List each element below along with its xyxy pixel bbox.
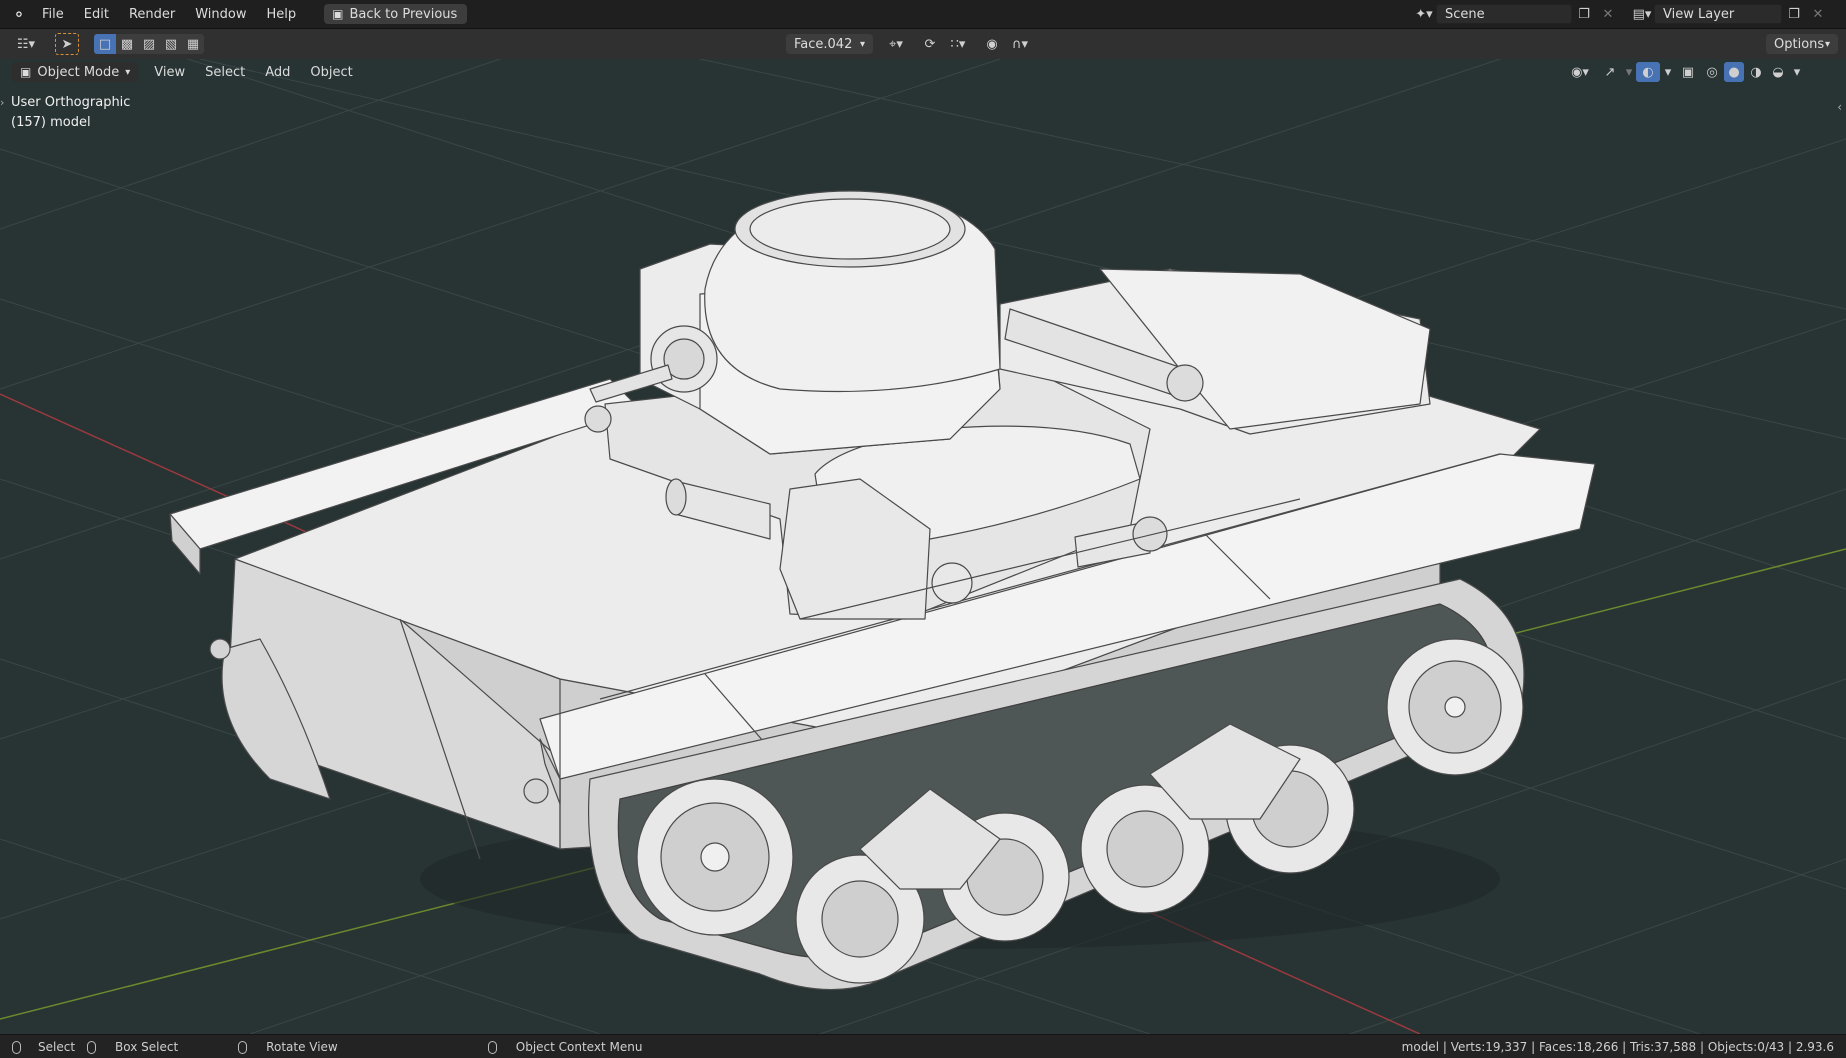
mode-extend-icon[interactable]: ▩ (116, 34, 138, 54)
falloff-curve-icon[interactable]: ∩▾ (1004, 34, 1036, 54)
shading-solid-icon[interactable]: ● (1724, 62, 1744, 82)
mouse-left-icon (12, 1040, 28, 1054)
mode-new-icon[interactable]: □ (94, 34, 116, 54)
back-to-previous-button[interactable]: ▣ Back to Previous (324, 4, 468, 24)
new-scene-icon[interactable]: ❐ (1572, 4, 1596, 24)
status-box-select-label: Box Select (115, 1039, 179, 1054)
view-layer-browse-icon[interactable]: ▤▾ (1630, 4, 1654, 24)
shading-wireframe-icon[interactable]: ◎ (1702, 62, 1722, 82)
chevron-down-icon: ▾ (125, 66, 131, 78)
new-view-layer-icon[interactable]: ❐ (1782, 4, 1806, 24)
menu-render[interactable]: Render (119, 7, 185, 22)
toolbar-expand-icon[interactable]: › (0, 96, 4, 109)
object-mode-value: Object Mode (37, 64, 120, 80)
sidebar-expand-icon[interactable]: ‹ (1837, 100, 1842, 114)
menu-file[interactable]: File (32, 7, 74, 22)
status-context-menu-label: Object Context Menu (515, 1039, 643, 1054)
view-name-label: User Orthographic (11, 95, 131, 110)
tool-settings-header: ☷▾ ➤ □ ▩ ▨ ▧ ▦ Face.042 ▾ ⌖▾ ⟳ ∷▾ ◉ ∩▾ O… (0, 29, 1846, 60)
xray-toggle-icon[interactable]: ▣ (1676, 62, 1700, 82)
status-select-label: Select (38, 1039, 76, 1054)
snap-target-icon[interactable]: ∷▾ (942, 34, 974, 54)
collection-info-label: (157) model (11, 115, 91, 130)
active-object-value: Face.042 (794, 36, 853, 52)
delete-view-layer-icon[interactable]: ✕ (1806, 4, 1830, 24)
options-label: Options (1774, 36, 1825, 52)
tank-model[interactable] (169, 190, 1596, 991)
back-to-previous-label: Back to Previous (349, 6, 458, 22)
overlays-toggle-icon[interactable]: ◐ (1636, 62, 1660, 82)
viewport-menu-select[interactable]: Select (195, 65, 255, 80)
active-object-select[interactable]: Face.042 ▾ (786, 34, 873, 54)
menu-window[interactable]: Window (185, 7, 256, 22)
viewport-menu-add[interactable]: Add (255, 65, 300, 80)
mouse-right-icon (487, 1040, 504, 1054)
options-dropdown[interactable]: Options ▾ (1766, 34, 1838, 54)
menu-edit[interactable]: Edit (74, 7, 119, 22)
scene-name-value: Scene (1445, 6, 1485, 22)
select-tool-icon[interactable]: ➤ (55, 33, 79, 55)
object-mode-select[interactable]: ▣ Object Mode ▾ (12, 62, 139, 82)
scene-name-field[interactable]: Scene (1436, 4, 1572, 24)
overlays-chevron-icon[interactable]: ▾ (1662, 62, 1674, 82)
mouse-drag-icon (87, 1040, 103, 1054)
view-layer-field[interactable]: View Layer (1654, 4, 1782, 24)
gizmo-chevron-icon[interactable]: ▾ (1624, 62, 1634, 82)
gizmo-toggle-icon[interactable]: ↗ (1598, 62, 1622, 82)
viewport-header: ▣ Object Mode ▾ View Select Add Object ◉… (0, 59, 1846, 85)
top-menu-bar: ⚬ File Edit Render Window Help ▣ Back to… (0, 0, 1846, 29)
visibility-eye-icon[interactable]: ◉▾ (1564, 62, 1596, 82)
chevron-down-icon: ▾ (859, 38, 865, 50)
shading-chevron-icon[interactable]: ▾ (1790, 62, 1804, 82)
selection-mode-group: □ ▩ ▨ ▧ ▦ (94, 34, 204, 54)
object-mode-icon: ▣ (20, 65, 32, 79)
scene-stats: model | Verts:19,337 | Faces:18,266 | Tr… (1401, 1039, 1834, 1054)
status-bar: Select Box Select Rotate View Object Con… (0, 1034, 1846, 1058)
mode-subtract-icon[interactable]: ▨ (138, 34, 160, 54)
scene-browse-icon[interactable]: ✦▾ (1412, 4, 1436, 24)
snap-toggle-icon[interactable]: ⟳ (918, 34, 942, 54)
blender-logo-icon[interactable]: ⚬ (6, 5, 32, 24)
viewport-menu-object[interactable]: Object (300, 65, 362, 80)
shading-material-icon[interactable]: ◑ (1746, 62, 1766, 82)
3d-viewport[interactable] (0, 59, 1846, 1034)
viewport-shading-controls: ◉▾ ↗ ▾ ◐ ▾ ▣ ◎ ● ◑ ◒ ▾ (1564, 62, 1804, 82)
mode-intersect-icon[interactable]: ▦ (182, 34, 204, 54)
mouse-middle-icon (238, 1040, 254, 1054)
viewport-canvas (0, 59, 1846, 1034)
delete-scene-icon[interactable]: ✕ (1596, 4, 1620, 24)
mode-invert-icon[interactable]: ▧ (160, 34, 182, 54)
menu-help[interactable]: Help (257, 7, 307, 22)
view-layer-value: View Layer (1663, 6, 1735, 22)
proportional-edit-icon[interactable]: ◉ (980, 34, 1004, 54)
transform-pivot-icon[interactable]: ⌖▾ (880, 34, 912, 54)
viewport-menu-view[interactable]: View (144, 65, 195, 80)
editor-type-icon[interactable]: ☷▾ (10, 34, 42, 54)
status-rotate-view-label: Rotate View (266, 1039, 338, 1054)
back-screen-icon: ▣ (332, 7, 344, 21)
chevron-down-icon: ▾ (1824, 38, 1830, 50)
shading-rendered-icon[interactable]: ◒ (1768, 62, 1788, 82)
